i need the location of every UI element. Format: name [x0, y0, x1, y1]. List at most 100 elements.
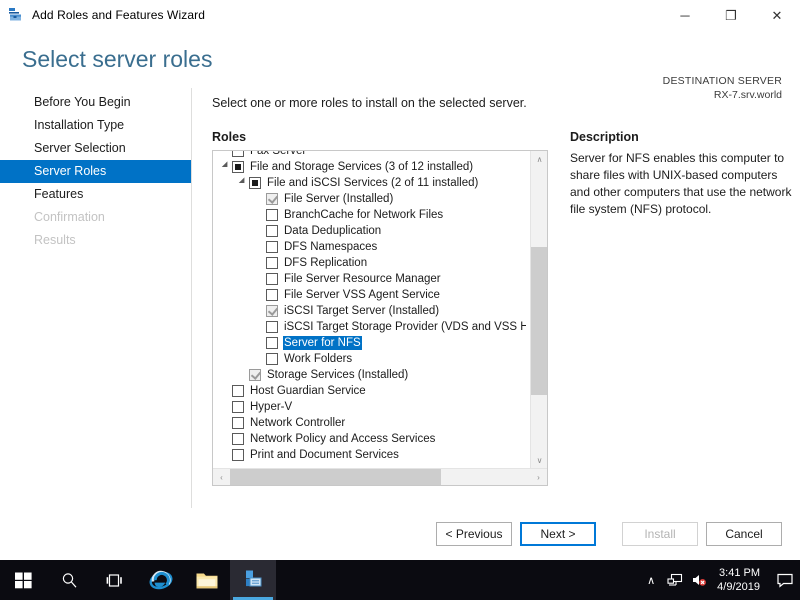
wizard-toolbox-icon [8, 7, 24, 23]
role-label: File and Storage Services (3 of 12 insta… [250, 161, 474, 173]
role-label: Storage Services (Installed) [267, 369, 409, 381]
task-view-icon[interactable] [92, 560, 138, 600]
role-checkbox[interactable] [266, 193, 278, 205]
vertical-scroll-thumb[interactable] [531, 247, 547, 395]
role-label: Data Deduplication [284, 225, 382, 237]
role-row[interactable]: iSCSI Target Storage Provider (VDS and V… [213, 319, 526, 335]
role-checkbox[interactable] [232, 385, 244, 397]
previous-button[interactable]: < Previous [436, 522, 512, 546]
role-checkbox[interactable] [266, 241, 278, 253]
roles-vertical-scrollbar[interactable]: ∧ ∨ [530, 151, 547, 469]
role-checkbox[interactable] [232, 401, 244, 413]
role-checkbox[interactable] [266, 209, 278, 221]
role-label: Hyper-V [250, 401, 293, 413]
roles-horizontal-scrollbar[interactable]: ‹ › [213, 468, 547, 485]
role-row[interactable]: File and Storage Services (3 of 12 insta… [213, 159, 526, 175]
role-checkbox[interactable] [266, 321, 278, 333]
role-checkbox[interactable] [249, 177, 261, 189]
scroll-right-arrow-icon[interactable]: › [530, 469, 547, 485]
restore-button[interactable]: ❐ [708, 0, 754, 30]
role-checkbox[interactable] [266, 305, 278, 317]
scroll-up-arrow-icon[interactable]: ∧ [531, 151, 547, 168]
role-row[interactable]: Network Controller [213, 415, 526, 431]
roles-column: Roles Fax Server File and Storage Service… [212, 130, 552, 486]
file-explorer-icon[interactable] [184, 560, 230, 600]
scroll-left-arrow-icon[interactable]: ‹ [213, 469, 230, 486]
role-label: Host Guardian Service [250, 385, 366, 397]
expand-collapse-triangle-icon[interactable] [219, 163, 232, 171]
sidebar-item-server-selection[interactable]: Server Selection [0, 137, 191, 160]
tray-chevron-icon[interactable]: ∧ [639, 560, 663, 600]
role-row[interactable]: Server for NFS [213, 335, 526, 351]
sidebar-item-installation-type[interactable]: Installation Type [0, 114, 191, 137]
role-row[interactable]: Work Folders [213, 351, 526, 367]
wizard-content: Select one or more roles to install on t… [192, 88, 800, 508]
role-checkbox[interactable] [232, 161, 244, 173]
role-checkbox[interactable] [266, 337, 278, 349]
roles-scroll-viewport: Fax Server File and Storage Services (3 o… [213, 151, 526, 469]
wizard-body: Before You Begin Installation Type Server … [0, 88, 800, 508]
window-controls: ─ ❐ ✕ [662, 0, 800, 30]
role-checkbox[interactable] [266, 257, 278, 269]
role-row[interactable]: DFS Replication [213, 255, 526, 271]
cancel-button[interactable]: Cancel [706, 522, 782, 546]
close-button[interactable]: ✕ [754, 0, 800, 30]
role-row[interactable]: File Server Resource Manager [213, 271, 526, 287]
expand-collapse-triangle-icon[interactable] [236, 179, 249, 187]
role-label: DFS Replication [284, 257, 368, 269]
role-row[interactable]: BranchCache for Network Files [213, 207, 526, 223]
role-label: File Server VSS Agent Service [284, 289, 440, 301]
role-row[interactable]: Fax Server [213, 151, 526, 159]
role-row[interactable]: Storage Services (Installed) [213, 367, 526, 383]
role-checkbox[interactable] [232, 433, 244, 445]
wizard-footer: < Previous Next > Install Cancel [0, 508, 800, 560]
page-header: Select server roles DESTINATION SERVER R… [0, 30, 800, 101]
role-checkbox[interactable] [266, 353, 278, 365]
role-checkbox[interactable] [266, 273, 278, 285]
role-row[interactable]: DFS Namespaces [213, 239, 526, 255]
role-checkbox[interactable] [266, 225, 278, 237]
taskbar-clock[interactable]: 3:41 PM 4/9/2019 [711, 566, 770, 594]
horizontal-scroll-thumb[interactable] [230, 469, 441, 485]
clock-time: 3:41 PM [719, 566, 760, 579]
role-row[interactable]: Data Deduplication [213, 223, 526, 239]
role-row[interactable]: File Server VSS Agent Service [213, 287, 526, 303]
description-column: Description Server for NFS enables this … [570, 130, 792, 486]
role-row[interactable]: Print and Document Services [213, 447, 526, 463]
sidebar-item-server-roles[interactable]: Server Roles [0, 160, 191, 183]
internet-explorer-icon[interactable] [138, 560, 184, 600]
role-checkbox[interactable] [232, 151, 244, 157]
action-center-icon[interactable] [770, 560, 800, 600]
search-icon[interactable] [46, 560, 92, 600]
role-row[interactable]: Network Policy and Access Services [213, 431, 526, 447]
role-label: BranchCache for Network Files [284, 209, 444, 221]
sidebar-item-before-you-begin[interactable]: Before You Begin [0, 91, 191, 114]
role-checkbox[interactable] [249, 369, 261, 381]
role-row[interactable]: iSCSI Target Server (Installed) [213, 303, 526, 319]
next-button[interactable]: Next > [520, 522, 596, 546]
role-label: DFS Namespaces [284, 241, 378, 253]
sidebar-item-features[interactable]: Features [0, 183, 191, 206]
description-text: Server for NFS enables this computer to … [570, 151, 792, 217]
start-button[interactable] [0, 560, 46, 600]
role-label: File Server Resource Manager [284, 273, 441, 285]
network-icon[interactable] [663, 560, 687, 600]
destination-server-label: DESTINATION SERVER [662, 75, 782, 87]
role-label: File and iSCSI Services (2 of 11 install… [267, 177, 479, 189]
volume-muted-icon[interactable] [687, 560, 711, 600]
minimize-button[interactable]: ─ [662, 0, 708, 30]
roles-listbox[interactable]: Fax Server File and Storage Services (3 o… [212, 150, 548, 486]
role-checkbox[interactable] [266, 289, 278, 301]
role-row[interactable]: File and iSCSI Services (2 of 11 install… [213, 175, 526, 191]
role-label: Fax Server [250, 151, 307, 157]
role-checkbox[interactable] [232, 417, 244, 429]
role-label: File Server (Installed) [284, 193, 394, 205]
server-manager-icon[interactable] [230, 560, 276, 600]
role-row[interactable]: Host Guardian Service [213, 383, 526, 399]
role-row[interactable]: Hyper-V [213, 399, 526, 415]
role-checkbox[interactable] [232, 449, 244, 461]
window-title: Add Roles and Features Wizard [32, 8, 205, 22]
role-row[interactable]: File Server (Installed) [213, 191, 526, 207]
role-label: Network Controller [250, 417, 346, 429]
scroll-down-arrow-icon[interactable]: ∨ [531, 452, 547, 469]
